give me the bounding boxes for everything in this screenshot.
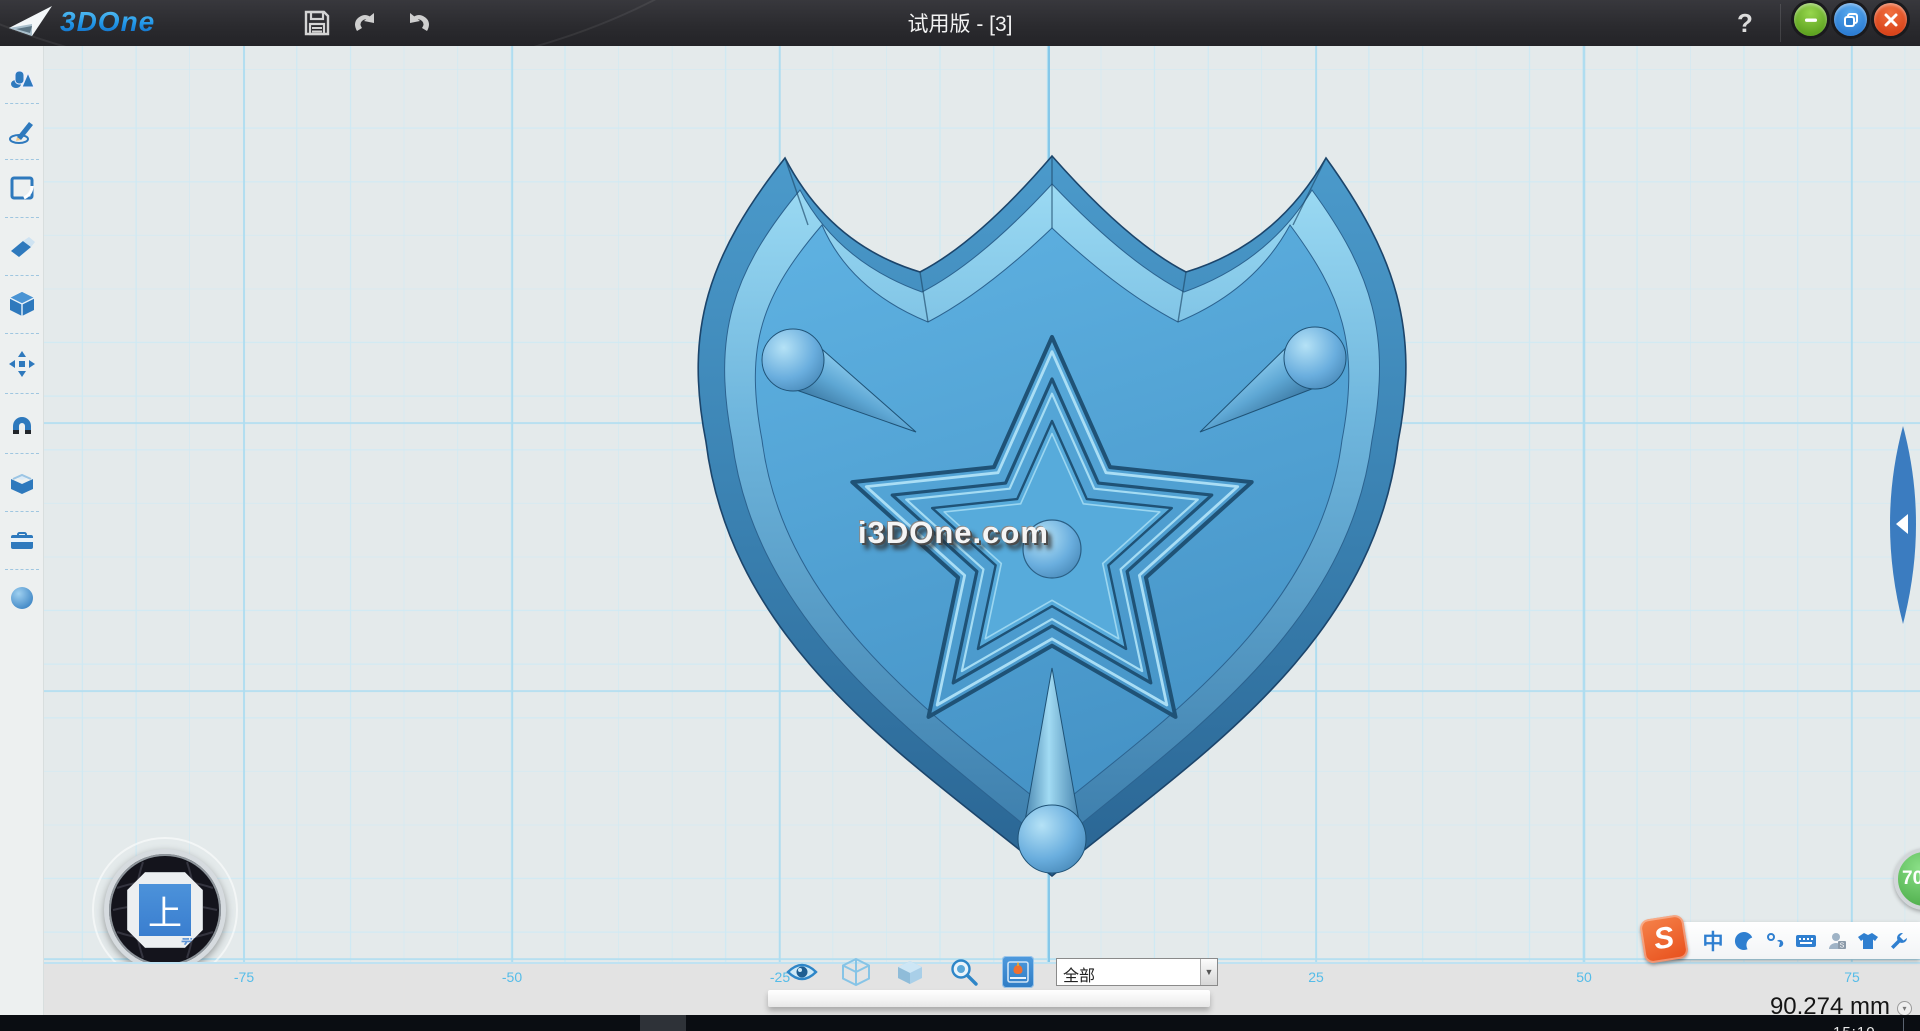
minimize-button[interactable] [1794, 3, 1827, 36]
ime-punctuation-icon[interactable] [1764, 928, 1786, 954]
badge-value: 70 [1902, 868, 1920, 890]
tool-sidebar [0, 46, 44, 1031]
undo-button[interactable] [350, 6, 384, 40]
ruler-label: 50 [1560, 969, 1608, 985]
sidebar-divider [5, 511, 39, 512]
sogou-logo[interactable]: S [1639, 914, 1689, 964]
sidebar-divider [5, 103, 39, 104]
viewcube-top-face[interactable]: 上 [139, 884, 191, 936]
solid-cube-tool[interactable] [0, 282, 44, 326]
wireframe-view-button[interactable] [840, 956, 872, 988]
primitive-solids-tool[interactable] [0, 58, 44, 102]
i3done-watermark: i3DOne.com [858, 515, 1049, 551]
measurement-dropdown-icon[interactable]: ▾ [1897, 1001, 1912, 1016]
app-logo-text: 3DOne [60, 6, 155, 38]
special-features-tool[interactable] [0, 460, 44, 504]
ime-language-toggle[interactable]: 中 [1702, 928, 1724, 954]
sidebar-divider [5, 453, 39, 454]
sidebar-divider [5, 569, 39, 570]
visibility-eye-button[interactable] [786, 956, 818, 988]
sidebar-divider [5, 159, 39, 160]
sketch-draw-tool[interactable] [0, 110, 44, 154]
svg-text:S: S [1840, 942, 1845, 949]
sidebar-divider [5, 275, 39, 276]
viewcube-navigator[interactable]: 上 前 [104, 849, 226, 971]
close-button[interactable] [1874, 3, 1907, 36]
3d-print-button[interactable] [1002, 956, 1034, 988]
redo-button[interactable] [400, 6, 434, 40]
sidebar-divider [5, 333, 39, 334]
material-sphere-tool[interactable] [0, 576, 44, 620]
app-logo: 3DOne [6, 2, 155, 42]
3d-viewport[interactable] [44, 46, 1920, 962]
ruler-label: -50 [488, 969, 536, 985]
help-button[interactable]: ? [1728, 6, 1762, 40]
sketch-plane-tool[interactable] [0, 166, 44, 210]
viewcube-cube[interactable]: 上 前 [127, 872, 203, 948]
display-filter-value: 全部 [1057, 959, 1200, 985]
magnet-snap-tool[interactable] [0, 402, 44, 446]
taskbar-separator [1903, 1018, 1904, 1031]
os-taskbar[interactable]: 15:10 [0, 1015, 1920, 1031]
toolbox-drawer-tool[interactable] [0, 518, 44, 562]
3done-application-window: i3DOne.com 上 前 [0, 0, 1920, 1031]
titlebar-divider [1780, 4, 1781, 42]
display-filter-dropdown[interactable]: 全部 ▼ [1056, 958, 1218, 986]
ime-settings-wrench-icon[interactable] [1888, 928, 1910, 954]
y-axis-gridline [1048, 46, 1050, 962]
titlebar: 3DOne 试用版 - [3] ? [0, 0, 1920, 46]
sidebar-divider [5, 393, 39, 394]
dropdown-arrow-icon[interactable]: ▼ [1200, 959, 1217, 985]
ruler-label: -75 [220, 969, 268, 985]
ime-fullhalf-moon-icon[interactable] [1733, 928, 1755, 954]
ime-toolbar: S 中 S [1658, 922, 1920, 959]
eraser-tool[interactable] [0, 224, 44, 268]
zoom-view-button[interactable] [948, 956, 980, 988]
taskbar-app-button[interactable] [640, 1015, 686, 1031]
ime-skin-tshirt-icon[interactable] [1857, 928, 1879, 954]
shaded-view-button[interactable] [894, 956, 926, 988]
sidebar-divider [5, 217, 39, 218]
ruler-label: 25 [1292, 969, 1340, 985]
ime-keyboard-icon[interactable] [1795, 928, 1817, 954]
restore-button[interactable] [1834, 3, 1867, 36]
ruler-label: 75 [1828, 969, 1876, 985]
ime-account-icon[interactable]: S [1826, 928, 1848, 954]
save-button[interactable] [300, 6, 334, 40]
paper-plane-icon [6, 2, 54, 42]
ground-plane-edge [768, 990, 1210, 1007]
panel-collapse-tab[interactable] [1878, 420, 1920, 630]
taskbar-clock: 15:10 [1833, 1024, 1876, 1031]
move-transform-tool[interactable] [0, 342, 44, 386]
window-title: 试用版 - [3] [760, 0, 1160, 46]
view-toolbar: 全部 ▼ [786, 953, 1218, 991]
